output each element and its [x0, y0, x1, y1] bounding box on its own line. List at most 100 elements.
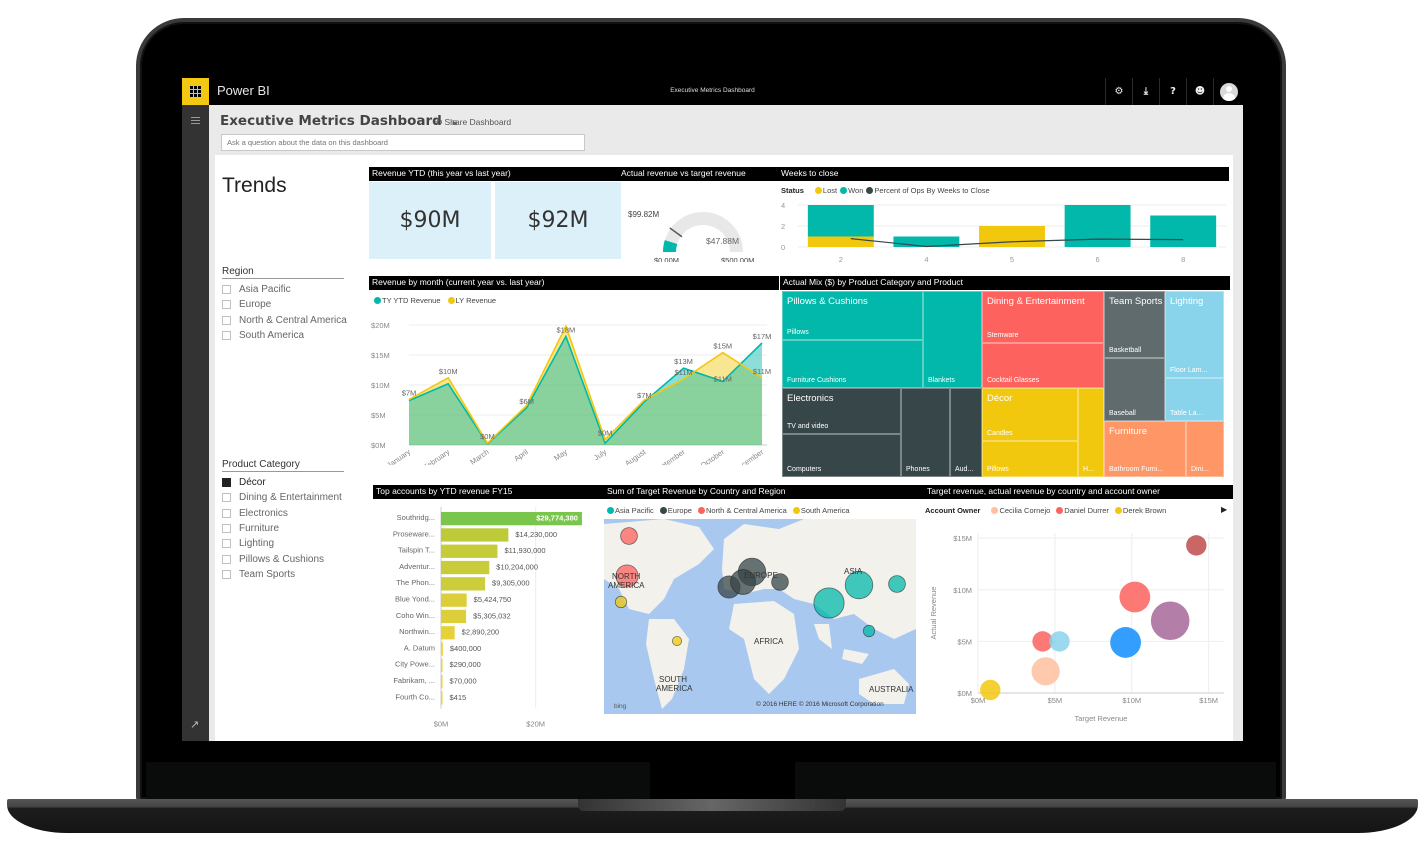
legend-won[interactable]: Won: [848, 186, 863, 195]
account-bar[interactable]: [441, 528, 509, 542]
account-button[interactable]: [1213, 78, 1243, 105]
legend-derek[interactable]: Derek Brown: [1123, 506, 1166, 515]
checkbox[interactable]: [222, 524, 231, 534]
treemap-cell[interactable]: Baseball: [1104, 358, 1165, 421]
download-button[interactable]: ⤓: [1132, 78, 1159, 105]
checkbox[interactable]: [222, 478, 231, 488]
account-bar[interactable]: [441, 626, 455, 640]
legend-asia-pacific[interactable]: Asia Pacific: [615, 506, 654, 515]
treemap-cell[interactable]: Aud...: [950, 388, 982, 477]
treemap-cell[interactable]: Pillows & Cushions Pillows: [782, 291, 923, 340]
bar-won[interactable]: [1150, 215, 1217, 248]
qa-input[interactable]: [221, 134, 585, 151]
map-bubble[interactable]: [671, 635, 683, 647]
revenue-by-month-chart[interactable]: $0M $5M $10M $15M $20M $6M $18M $7M $13M $11M $17M…: [369, 305, 781, 465]
help-button[interactable]: ?: [1159, 78, 1186, 105]
kpi-last-year[interactable]: $92M: [495, 182, 621, 259]
treemap-cell[interactable]: Décor Candles: [982, 388, 1078, 441]
product-category-item[interactable]: Furniture: [222, 521, 344, 536]
hamburger-icon[interactable]: [191, 117, 200, 126]
treemap-cell[interactable]: Electronics TV and video: [782, 388, 901, 434]
treemap-cell[interactable]: Computers: [782, 434, 901, 477]
product-category-item[interactable]: Dining & Entertainment: [222, 490, 344, 505]
top-accounts-chart[interactable]: Southridg... $29,774,380 Proseware... $14,2…: [369, 501, 604, 736]
map-chart[interactable]: NORTH AMERICA EUROPE ASIA AFRICA SOUTH A…: [604, 519, 916, 714]
treemap-chart[interactable]: Pillows & Cushions Pillows Furniture Cushi…: [782, 291, 1225, 477]
gauge-chart[interactable]: $99.82M $47.88M $0.00M $500.00M: [618, 182, 778, 262]
treemap-cell[interactable]: Furniture Bathroom Furni...: [1104, 421, 1186, 477]
legend-percent[interactable]: Percent of Ops By Weeks to Close: [874, 186, 989, 195]
region-item[interactable]: Asia Pacific: [222, 282, 347, 297]
map-bubble[interactable]: [862, 624, 876, 638]
checkbox[interactable]: [222, 300, 231, 310]
checkbox[interactable]: [222, 569, 231, 579]
treemap-cell[interactable]: Blankets: [923, 291, 982, 388]
legend-cecilia[interactable]: Cecilia Cornejo: [999, 506, 1050, 515]
map-bubble[interactable]: [888, 575, 906, 593]
region-item[interactable]: North & Central America: [222, 313, 347, 328]
account-bar[interactable]: [441, 577, 486, 591]
checkbox[interactable]: [222, 554, 231, 564]
scatter-bubble[interactable]: [1031, 657, 1060, 686]
legend-daniel[interactable]: Daniel Durrer: [1064, 506, 1109, 515]
account-bar[interactable]: [441, 658, 443, 672]
treemap-cell[interactable]: Table La...: [1165, 378, 1224, 421]
bar-lost[interactable]: [979, 226, 1045, 247]
treemap-cell[interactable]: Furniture Cushions: [782, 340, 923, 388]
product-category-item[interactable]: Lighting: [222, 536, 344, 551]
treemap-cell[interactable]: Dini...: [1186, 421, 1224, 477]
share-dashboard-button[interactable]: ⟲ Share Dashboard: [435, 117, 511, 128]
scatter-bubble[interactable]: [1049, 631, 1070, 652]
legend-north-central-america[interactable]: North & Central America: [706, 506, 787, 515]
treemap-cell[interactable]: H...: [1078, 388, 1104, 477]
map-bubble[interactable]: [614, 595, 628, 609]
checkbox[interactable]: [222, 285, 231, 295]
legend-europe[interactable]: Europe: [668, 506, 692, 515]
map-bubble[interactable]: [813, 587, 845, 619]
treemap-cell[interactable]: Cocktail Glasses: [982, 343, 1104, 388]
scatter-bubble[interactable]: [1186, 535, 1207, 556]
product-category-item[interactable]: Décor: [222, 475, 344, 490]
account-bar[interactable]: [441, 642, 443, 656]
account-bar[interactable]: [441, 609, 467, 624]
checkbox[interactable]: [222, 493, 231, 503]
checkbox[interactable]: [222, 539, 231, 549]
scatter-bubble[interactable]: [1110, 627, 1141, 658]
treemap-cell[interactable]: Lighting Floor Lam...: [1165, 291, 1224, 378]
treemap-cell[interactable]: Dining & Entertainment Stemware: [982, 291, 1104, 343]
treemap-cell[interactable]: Pillows: [982, 441, 1078, 477]
account-bar[interactable]: [441, 560, 490, 575]
product-category-item[interactable]: Electronics: [222, 506, 344, 521]
feedback-button[interactable]: ☻: [1186, 78, 1213, 105]
bar-won[interactable]: [1064, 205, 1131, 247]
product-category-item[interactable]: Team Sports: [222, 567, 344, 582]
checkbox[interactable]: [222, 315, 231, 325]
scatter-chart[interactable]: $0M$5M$10M$15M$0M $5M $10M $15MTarget Reven…: [924, 517, 1233, 739]
expand-arrow-icon[interactable]: ↗: [190, 718, 199, 731]
region-item[interactable]: South America: [222, 328, 347, 343]
region-item[interactable]: Europe: [222, 297, 347, 312]
weeks-to-close-chart[interactable]: 0 2 4 2 4 5 6 8: [778, 197, 1233, 267]
checkbox[interactable]: [222, 508, 231, 518]
scatter-bubble[interactable]: [980, 679, 1001, 701]
scatter-bubble[interactable]: [1119, 581, 1151, 613]
bar-lost[interactable]: [807, 236, 874, 248]
legend-ly[interactable]: LY Revenue: [456, 296, 497, 305]
legend-lost[interactable]: Lost: [823, 186, 837, 195]
map-bubble[interactable]: [620, 527, 638, 545]
account-bar[interactable]: [441, 544, 498, 558]
treemap-cell[interactable]: Team Sports Basketball: [1104, 291, 1165, 358]
legend-next-arrow[interactable]: ▶: [1221, 505, 1227, 514]
treemap-cell[interactable]: Phones: [901, 388, 950, 477]
legend-ty[interactable]: TY YTD Revenue: [382, 296, 441, 305]
bar-won[interactable]: [807, 205, 874, 237]
account-bar[interactable]: [441, 593, 467, 607]
settings-button[interactable]: ⚙: [1105, 78, 1132, 105]
kpi-this-year[interactable]: $90M: [369, 182, 491, 259]
scatter-bubble[interactable]: [1150, 601, 1190, 641]
checkbox[interactable]: [222, 331, 231, 341]
account-bar[interactable]: [441, 675, 443, 689]
legend-south-america[interactable]: South America: [801, 506, 850, 515]
account-bar[interactable]: [441, 691, 443, 705]
product-category-item[interactable]: Pillows & Cushions: [222, 551, 344, 566]
